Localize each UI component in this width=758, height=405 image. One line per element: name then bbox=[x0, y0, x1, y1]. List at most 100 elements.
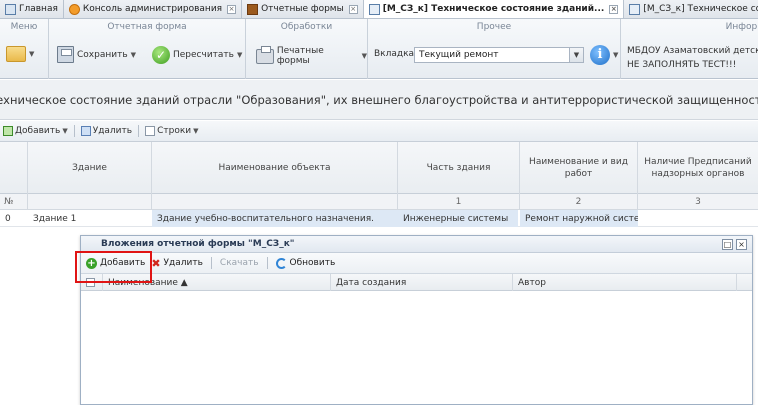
ribbon-menu-group: Меню ▼ bbox=[0, 19, 49, 79]
delete-attachment-button[interactable]: ✖ Удалить bbox=[151, 257, 203, 270]
refresh-button[interactable]: Обновить bbox=[275, 257, 335, 269]
add-row-button[interactable]: Добавить ▼ bbox=[3, 126, 68, 136]
row-toolbar: Добавить ▼ Удалить Строки ▼ bbox=[0, 121, 758, 142]
tab-tech-state[interactable]: [М_СЗ_к] Техническое состояние bbox=[624, 0, 758, 18]
tab-tech-state-active[interactable]: [М_СЗ_к] Техническое состояние зданий...… bbox=[363, 0, 625, 18]
tab-label: Консоль администрирования bbox=[82, 4, 223, 14]
scroll-header-cell bbox=[737, 274, 752, 291]
console-icon bbox=[68, 3, 80, 15]
organization-name: МБДОУ Азаматовский детский bbox=[627, 46, 758, 56]
download-attachment-label: Скачать bbox=[219, 258, 259, 268]
tab-select-value: Текущий ремонт bbox=[419, 50, 499, 60]
building-cell[interactable]: Здание 1 bbox=[28, 210, 152, 227]
chevron-down-icon: ▼ bbox=[361, 52, 367, 60]
column-header-part[interactable]: Часть здания bbox=[398, 142, 520, 194]
recalculate-button[interactable]: ✓ Пересчитать ▼ bbox=[152, 46, 242, 64]
column-header-index bbox=[0, 142, 28, 194]
print-forms-button[interactable]: Печатные формы ▼ bbox=[256, 45, 367, 66]
attachments-window-title: Вложения отчетной формы "М_СЗ_к" bbox=[81, 236, 752, 253]
number-cell: 2 bbox=[520, 194, 638, 210]
tab-admin-console[interactable]: Консоль администрирования × bbox=[64, 0, 243, 18]
ribbon-processing-group: Обработки Печатные формы ▼ bbox=[246, 19, 368, 79]
toolbar-divider bbox=[73, 125, 75, 137]
tab-report-forms[interactable]: Отчетные формы × bbox=[242, 0, 364, 18]
rows-menu-button[interactable]: Строки ▼ bbox=[145, 126, 199, 136]
tab-strip: Главная Консоль администрирования × Отче… bbox=[0, 0, 758, 19]
work-cell[interactable]: Ремонт наружной систе... bbox=[520, 210, 638, 227]
tab-home[interactable]: Главная bbox=[0, 0, 64, 18]
attachments-table-header: Наименование ▲ Дата создания Автор bbox=[81, 274, 752, 291]
object-cell[interactable]: Здание учебно-воспитательного назначения… bbox=[152, 210, 398, 227]
chevron-down-icon: ▼ bbox=[29, 50, 35, 58]
ribbon-info-group: Информ МБДОУ Азаматовский детский НЕ ЗАП… bbox=[621, 19, 758, 79]
organization-note: НЕ ЗАПОЛНЯТЬ ТЕСТ!!! bbox=[627, 60, 737, 70]
check-icon: ✓ bbox=[152, 46, 170, 64]
save-label: Сохранить bbox=[77, 49, 128, 60]
delete-row-button[interactable]: Удалить bbox=[80, 126, 133, 136]
tab-label: [М_СЗ_к] Техническое состояние bbox=[643, 4, 758, 14]
menu-button[interactable]: ▼ bbox=[6, 46, 34, 62]
report-icon bbox=[629, 3, 641, 15]
report-icon bbox=[368, 3, 380, 15]
delete-icon: ✖ bbox=[151, 256, 161, 270]
ribbon-group-title: Отчетная форма bbox=[107, 22, 187, 32]
column-header-created[interactable]: Дата создания bbox=[331, 274, 513, 291]
column-header-building[interactable]: Здание bbox=[28, 142, 152, 194]
download-attachment-button[interactable]: Скачать bbox=[220, 258, 259, 268]
number-cell: 1 bbox=[398, 194, 520, 210]
table-row[interactable]: 0 Здание 1 Здание учебно-воспитательного… bbox=[0, 210, 758, 227]
column-header-object[interactable]: Наименование объекта bbox=[152, 142, 398, 194]
rows-label: Строки bbox=[157, 126, 192, 136]
delete-attachment-label: Удалить bbox=[163, 258, 203, 268]
chevron-down-icon: ▼ bbox=[193, 127, 199, 135]
close-icon[interactable]: × bbox=[227, 4, 237, 14]
tab-label: Отчетные формы bbox=[261, 4, 344, 14]
rows-icon bbox=[145, 126, 156, 136]
column-header-name[interactable]: Наименование ▲ bbox=[103, 274, 331, 291]
delete-row-icon bbox=[80, 126, 91, 136]
forms-icon bbox=[247, 3, 259, 15]
chevron-down-icon: ▼ bbox=[613, 51, 619, 59]
ribbon-group-title: Прочее bbox=[476, 22, 512, 32]
column-header-work[interactable]: Наименование и вид работ bbox=[520, 142, 638, 194]
tab-select-label: Вкладка bbox=[374, 49, 415, 59]
info-button[interactable]: i ▼ bbox=[590, 45, 618, 65]
close-icon[interactable]: × bbox=[736, 239, 747, 250]
refresh-icon bbox=[275, 257, 287, 269]
report-title: Техническое состояние зданий отрасли "Об… bbox=[0, 80, 758, 120]
ribbon-group-title: Обработки bbox=[280, 22, 333, 32]
tab-label: Главная bbox=[19, 4, 58, 14]
print-label: Печатные формы bbox=[276, 46, 324, 66]
plus-icon: + bbox=[86, 257, 97, 269]
toolbar-divider bbox=[210, 257, 212, 269]
add-attachment-button[interactable]: + Добавить bbox=[86, 257, 145, 269]
recalculate-label: Пересчитать bbox=[173, 50, 234, 60]
select-all-checkbox[interactable] bbox=[86, 278, 95, 287]
folder-icon bbox=[6, 46, 26, 62]
column-header-author[interactable]: Автор bbox=[513, 274, 737, 291]
printer-icon bbox=[256, 45, 274, 64]
home-icon bbox=[5, 3, 16, 15]
ribbon-group-title: Меню bbox=[10, 22, 38, 32]
chevron-down-icon: ▼ bbox=[236, 51, 243, 59]
part-cell[interactable]: Инженерные системы bbox=[398, 210, 518, 227]
attachments-window: Вложения отчетной формы "М_СЗ_к" □ × + Д… bbox=[80, 235, 753, 405]
maximize-icon[interactable]: □ bbox=[722, 239, 733, 250]
number-cell bbox=[28, 194, 152, 210]
chevron-down-icon: ▼ bbox=[569, 48, 583, 62]
toolbar-divider bbox=[138, 125, 140, 137]
tab-select[interactable]: Текущий ремонт ▼ bbox=[414, 47, 584, 63]
number-label: № bbox=[0, 194, 28, 210]
chevron-down-icon: ▼ bbox=[62, 127, 68, 135]
ribbon-other-group: Прочее Вкладка Текущий ремонт ▼ i ▼ bbox=[368, 19, 621, 79]
close-icon[interactable]: × bbox=[609, 4, 619, 14]
number-cell bbox=[152, 194, 398, 210]
close-icon[interactable]: × bbox=[348, 4, 358, 14]
column-header-prescriptions[interactable]: Наличие Предписаний надзорных органов bbox=[638, 142, 758, 194]
number-cell: 3 bbox=[695, 197, 701, 207]
save-button[interactable]: Сохранить ▼ bbox=[57, 46, 136, 63]
delete-row-label: Удалить bbox=[92, 126, 133, 136]
attachments-toolbar: + Добавить ✖ Удалить Скачать Обновить bbox=[81, 253, 752, 274]
select-all-cell bbox=[81, 274, 103, 291]
add-row-icon bbox=[3, 126, 13, 136]
